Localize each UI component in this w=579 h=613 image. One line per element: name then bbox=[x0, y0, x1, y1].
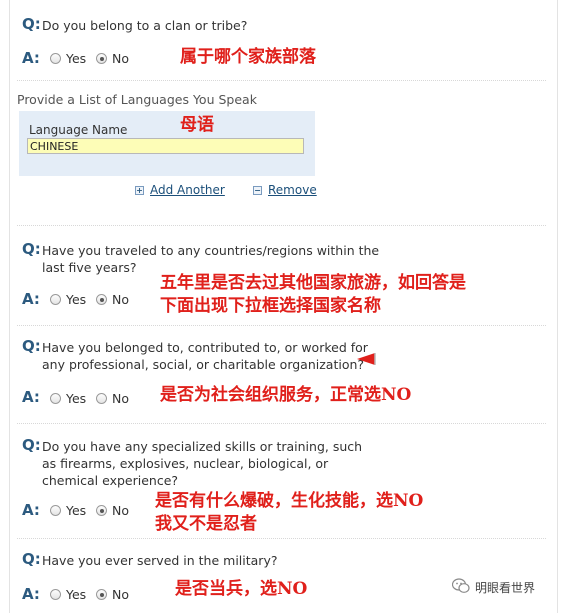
languages-annotation: 母语 bbox=[180, 115, 214, 135]
q3-annotation: 是否为社会组织服务，正常选NO bbox=[160, 385, 412, 405]
answer-label: A: bbox=[22, 290, 40, 308]
q1-yes-label: Yes bbox=[66, 51, 87, 66]
q5-yes-radio[interactable] bbox=[50, 589, 61, 600]
q3-yes-label: Yes bbox=[66, 391, 87, 406]
question-military: Have you ever served in the military? bbox=[42, 553, 278, 568]
q4-yes-radio[interactable] bbox=[50, 505, 61, 516]
question-clan-tribe: Do you belong to a clan or tribe? bbox=[42, 18, 248, 33]
answer-label: A: bbox=[22, 501, 40, 519]
q3-yes-radio[interactable] bbox=[50, 393, 61, 404]
q4-no-label: No bbox=[112, 503, 129, 518]
divider bbox=[17, 225, 546, 226]
q2-yes-label: Yes bbox=[66, 292, 87, 307]
q4-annotation-line2: 我又不是忍者 bbox=[155, 514, 257, 534]
q1-annotation: 属于哪个家族部落 bbox=[180, 47, 316, 67]
add-another-link[interactable]: Add Another bbox=[150, 183, 225, 197]
answer-label: A: bbox=[22, 49, 40, 67]
answer-label: A: bbox=[22, 388, 40, 406]
question-label: Q: bbox=[22, 240, 41, 258]
watermark-text: 明眼看世界 bbox=[475, 581, 536, 595]
q1-no-label: No bbox=[112, 51, 129, 66]
question-label: Q: bbox=[22, 15, 41, 33]
divider bbox=[17, 423, 546, 424]
remove-icon[interactable]: − bbox=[253, 186, 262, 195]
q5-no-radio[interactable] bbox=[96, 589, 107, 600]
divider bbox=[17, 538, 546, 539]
q2-no-radio[interactable] bbox=[96, 294, 107, 305]
q3-no-label: No bbox=[112, 391, 129, 406]
remove-link[interactable]: Remove bbox=[268, 183, 317, 197]
divider bbox=[17, 325, 546, 326]
answer-label: A: bbox=[22, 585, 40, 603]
question-specialized-skills: Do you have any specialized skills or tr… bbox=[42, 439, 363, 488]
language-name-input[interactable] bbox=[27, 138, 304, 154]
q2-no-label: No bbox=[112, 292, 129, 307]
q4-no-radio[interactable] bbox=[96, 505, 107, 516]
question-label: Q: bbox=[22, 436, 41, 454]
flag-icon bbox=[357, 353, 376, 365]
q5-annotation: 是否当兵，选NO bbox=[175, 579, 308, 599]
languages-section-title: Provide a List of Languages You Speak bbox=[17, 92, 257, 107]
question-label: Q: bbox=[22, 550, 41, 568]
q1-no-radio[interactable] bbox=[96, 53, 107, 64]
add-icon[interactable]: + bbox=[135, 186, 144, 195]
q2-yes-radio[interactable] bbox=[50, 294, 61, 305]
q5-no-label: No bbox=[112, 587, 129, 602]
q2-annotation-line1: 五年里是否去过其他国家旅游，如回答是 bbox=[160, 273, 466, 293]
q2-annotation-line2: 下面出现下拉框选择国家名称 bbox=[160, 296, 381, 316]
q1-yes-radio[interactable] bbox=[50, 53, 61, 64]
question-organization: Have you belonged to, contributed to, or… bbox=[42, 340, 368, 372]
q4-yes-label: Yes bbox=[66, 503, 87, 518]
q5-yes-label: Yes bbox=[66, 587, 87, 602]
wechat-icon bbox=[452, 578, 470, 593]
language-name-label: Language Name bbox=[29, 123, 128, 137]
q3-no-radio[interactable] bbox=[96, 393, 107, 404]
q4-annotation-line1: 是否有什么爆破，生化技能，选NO bbox=[155, 491, 424, 511]
question-label: Q: bbox=[22, 337, 41, 355]
divider bbox=[17, 80, 546, 81]
